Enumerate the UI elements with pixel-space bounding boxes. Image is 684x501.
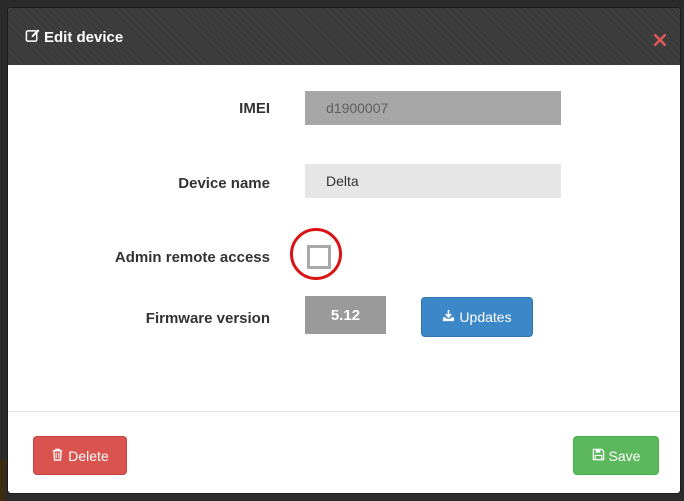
updates-button[interactable]: Updates: [421, 297, 533, 337]
device-name-label: Device name: [178, 175, 270, 192]
edit-device-modal: Edit device IMEI Device name Admin remot…: [8, 8, 680, 493]
device-name-field[interactable]: [305, 164, 561, 198]
edit-icon: [25, 28, 40, 47]
floppy-disk-icon: [592, 448, 605, 464]
close-button[interactable]: [654, 34, 666, 46]
delete-button[interactable]: Delete: [33, 436, 127, 475]
delete-button-label: Delete: [68, 447, 109, 464]
save-button-label: Save: [608, 447, 641, 464]
updates-button-label: Updates: [459, 309, 512, 325]
firmware-version-label: Firmware version: [145, 310, 270, 327]
firmware-version-badge: 5.12: [305, 296, 386, 334]
admin-remote-access-label: Admin remote access: [114, 249, 270, 266]
admin-remote-access-checkbox[interactable]: [307, 245, 331, 269]
page-backdrop-edge: [0, 460, 6, 501]
modal-header: Edit device: [8, 8, 680, 65]
download-icon: [442, 309, 455, 325]
modal-title-text: Edit device: [44, 29, 124, 46]
imei-field[interactable]: [305, 91, 561, 125]
page-backdrop: [0, 0, 684, 8]
modal-footer-divider: [8, 411, 680, 412]
trash-icon: [51, 448, 64, 464]
imei-label: IMEI: [239, 100, 270, 117]
close-icon: [654, 34, 666, 46]
modal-title: Edit device: [25, 28, 123, 47]
save-button[interactable]: Save: [573, 436, 659, 475]
